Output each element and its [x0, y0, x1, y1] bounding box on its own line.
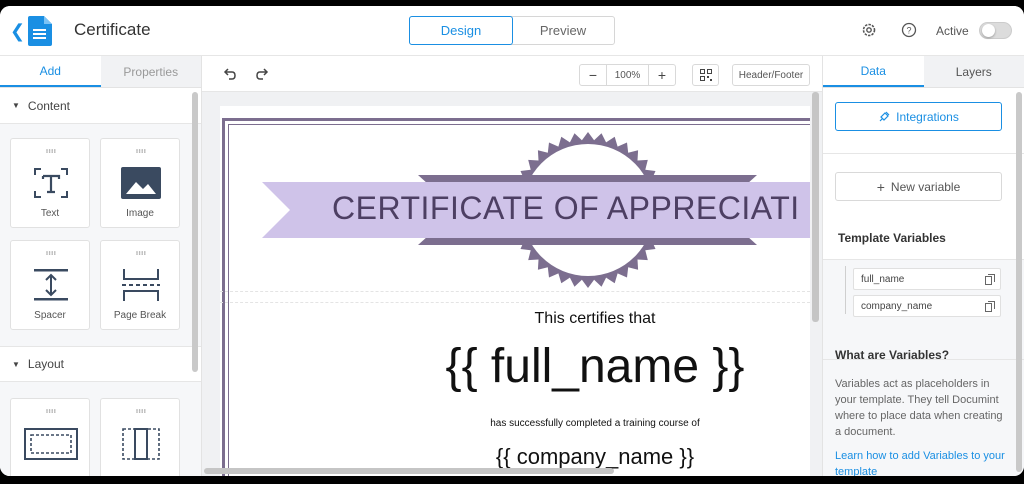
spacer-block-tile[interactable]: Spacer: [10, 240, 90, 330]
layout-section-label: Layout: [27, 357, 64, 371]
tab-data[interactable]: Data: [823, 56, 924, 87]
variable-item[interactable]: company_name: [853, 295, 1001, 317]
text-tile-label: Text: [40, 208, 60, 219]
certificate-intro-text[interactable]: This certifies that: [220, 310, 810, 328]
caret-down-icon: ▼: [12, 101, 20, 110]
variable-name: full_name: [861, 273, 905, 285]
certificate-body-text[interactable]: has successfully completed a training co…: [220, 418, 810, 429]
qr-code-icon: [699, 69, 712, 81]
text-icon: [34, 168, 68, 198]
redo-icon[interactable]: [254, 66, 270, 82]
image-block-tile[interactable]: Image: [100, 138, 180, 228]
layout-section-header[interactable]: ▼ Layout: [0, 346, 201, 382]
undo-icon[interactable]: [222, 66, 238, 82]
drag-handle-icon: [136, 149, 146, 153]
page-break-tile-label: Page Break: [113, 310, 167, 321]
image-tile-label: Image: [126, 208, 154, 219]
tab-properties[interactable]: Properties: [100, 56, 201, 87]
integrations-label: Integrations: [896, 109, 959, 124]
caret-down-icon: ▼: [12, 359, 20, 369]
zoom-value[interactable]: 100%: [606, 65, 649, 85]
left-panel: Add Properties ▼ Content Text Image Spac…: [0, 56, 202, 476]
layout-columns-tile[interactable]: [10, 398, 90, 476]
full-name-variable[interactable]: {{ full_name }}: [220, 339, 810, 394]
app-window: ❮ Certificate Design Preview ? Active Ad…: [0, 6, 1024, 476]
tree-connector: [845, 266, 846, 314]
top-bar: ❮ Certificate Design Preview ? Active: [0, 6, 1024, 56]
gear-icon[interactable]: [861, 22, 877, 38]
new-variable-label: New variable: [890, 179, 961, 194]
variables-help-text: Variables act as placeholders in your te…: [835, 378, 1003, 438]
left-scrollbar[interactable]: [192, 92, 198, 372]
canvas-toolbar: − 100% + Header/Footer: [202, 56, 822, 92]
text-block-tile[interactable]: Text: [10, 138, 90, 228]
drag-handle-icon: [46, 251, 56, 255]
variables-list: full_name company_name: [823, 260, 1024, 360]
canvas-vertical-scrollbar[interactable]: [812, 92, 819, 322]
integrations-block: Integrations: [823, 88, 1024, 154]
toggle-knob: [982, 24, 995, 37]
new-variable-button[interactable]: + New variable: [835, 172, 1002, 201]
tab-design[interactable]: Design: [409, 16, 513, 45]
certificate-page[interactable]: CERTIFICATE OF APPRECIATI This certifies…: [220, 106, 810, 476]
right-panel: Data Layers Integrations + New variable …: [822, 56, 1024, 476]
integrations-button[interactable]: Integrations: [835, 102, 1002, 131]
drag-handle-icon: [136, 251, 146, 255]
drag-handle-icon: [46, 409, 56, 413]
header-footer-button[interactable]: Header/Footer: [732, 64, 810, 86]
template-variables-block: + New variable Template Variables: [823, 154, 1024, 260]
content-section-header[interactable]: ▼ Content: [0, 88, 201, 124]
right-tabs: Data Layers: [823, 56, 1024, 88]
page-break-block-tile[interactable]: Page Break: [100, 240, 180, 330]
active-toggle[interactable]: [979, 22, 1012, 39]
right-scrollbar[interactable]: [1016, 92, 1022, 472]
left-tabs: Add Properties: [0, 56, 201, 88]
tab-preview[interactable]: Preview: [512, 17, 614, 44]
learn-variables-link[interactable]: Learn how to add Variables to your templ…: [835, 448, 1005, 476]
content-section-label: Content: [27, 98, 70, 113]
layout-column-tile[interactable]: [100, 398, 180, 476]
copy-icon[interactable]: [985, 274, 995, 285]
svg-text:?: ?: [906, 26, 911, 36]
tab-layers[interactable]: Layers: [923, 56, 1024, 87]
zoom-control: − 100% +: [579, 64, 676, 86]
active-label: Active: [936, 24, 969, 38]
qr-code-button[interactable]: [692, 64, 719, 86]
page-break-icon: [122, 269, 160, 301]
template-variables-heading: Template Variables: [838, 231, 946, 245]
section-divider: [220, 291, 810, 292]
variables-help-heading: What are Variables?: [835, 348, 950, 362]
section-divider: [220, 302, 810, 303]
spacer-icon: [34, 269, 68, 301]
mode-switch: Design Preview: [409, 16, 615, 45]
document-title: Certificate: [74, 20, 151, 39]
chevron-left-icon[interactable]: ❮: [10, 21, 26, 41]
company-name-variable[interactable]: {{ company_name }}: [220, 444, 810, 470]
drag-handle-icon: [46, 149, 56, 153]
zoom-in-button[interactable]: +: [649, 65, 675, 85]
plug-icon: [879, 111, 890, 121]
variable-item[interactable]: full_name: [853, 268, 1001, 290]
help-icon[interactable]: ?: [901, 22, 917, 38]
certificate-title[interactable]: CERTIFICATE OF APPRECIATI: [332, 190, 800, 227]
drag-handle-icon: [136, 409, 146, 413]
variable-name: company_name: [861, 300, 933, 312]
canvas-horizontal-scrollbar[interactable]: [204, 468, 614, 474]
plus-icon: +: [876, 178, 885, 195]
layout-columns-icon: [24, 428, 78, 460]
layout-column-icon: [122, 428, 160, 460]
copy-icon[interactable]: [985, 301, 995, 312]
spacer-tile-label: Spacer: [34, 310, 66, 321]
image-icon: [121, 167, 161, 199]
zoom-out-button[interactable]: −: [580, 65, 606, 85]
content-grid: Text Image Spacer Page Break: [0, 124, 201, 346]
editor-canvas: − 100% + Header/Footer CERTIFICATE OF AP…: [202, 56, 822, 476]
layout-grid: [0, 382, 201, 476]
tab-add[interactable]: Add: [0, 56, 101, 87]
document-icon: [28, 16, 52, 46]
